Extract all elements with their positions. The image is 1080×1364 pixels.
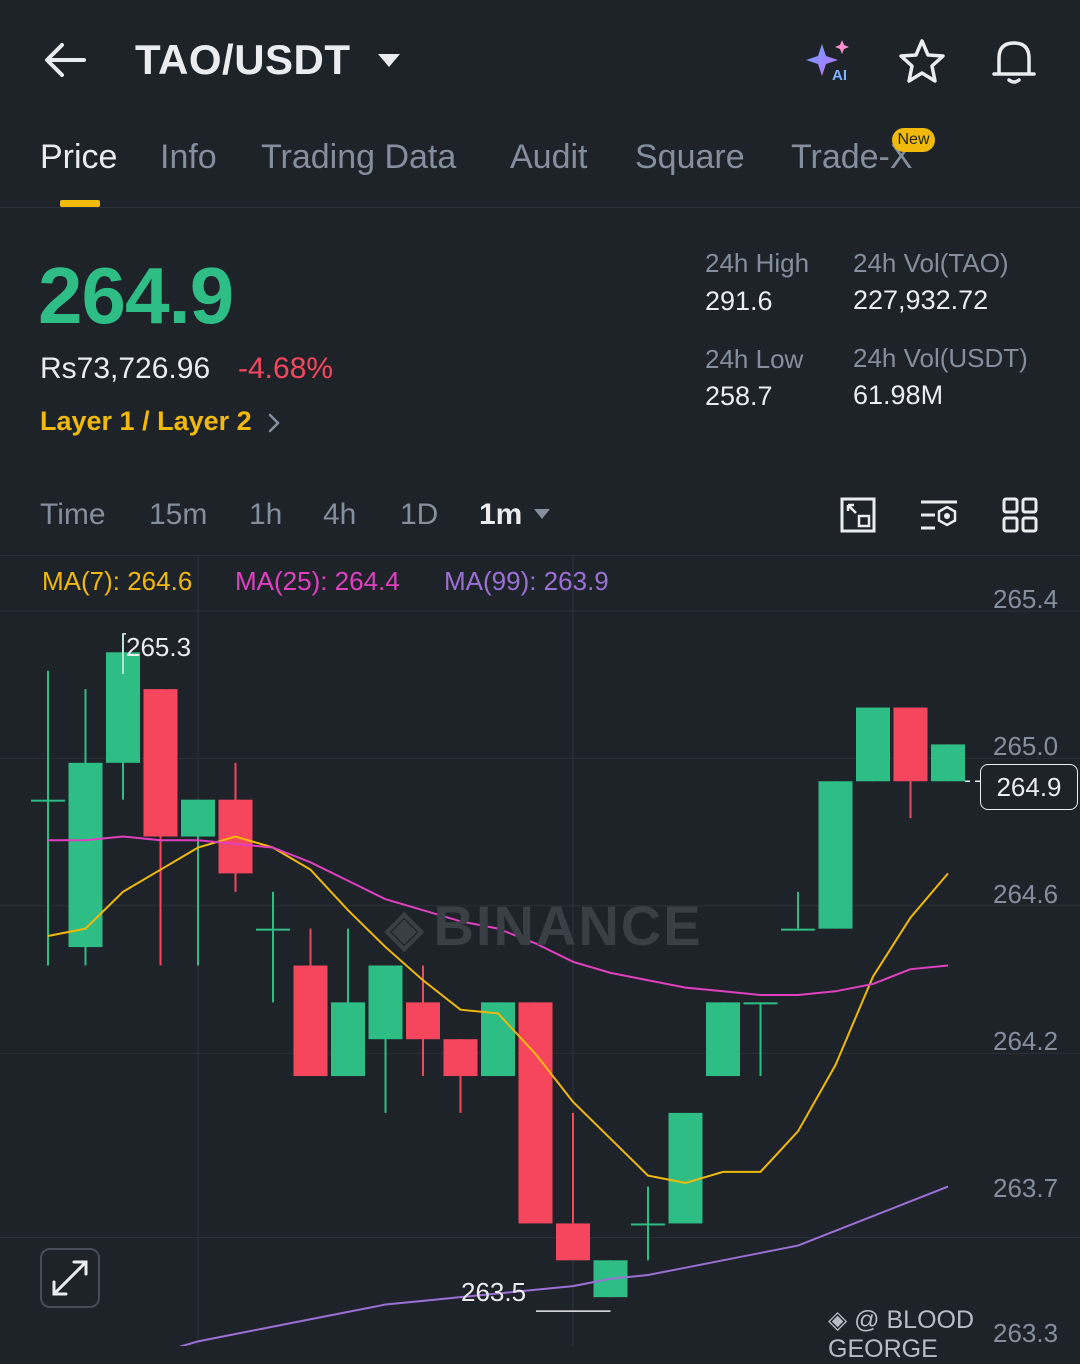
y-tick-label: 264.2 <box>993 1026 1059 1056</box>
candle-body <box>293 965 328 1077</box>
caret-down-icon[interactable] <box>376 52 402 70</box>
binance-logo-icon: ◈ <box>385 900 426 956</box>
ma99-legend: MA(99): 263.9 <box>444 566 609 596</box>
candle-body <box>706 1002 740 1077</box>
candle-body <box>256 928 290 931</box>
candle-body <box>331 1002 365 1077</box>
current-price-tag: 264.9 <box>980 764 1078 810</box>
tab-audit[interactable]: Audit <box>510 138 588 177</box>
candle-body <box>781 928 815 931</box>
grid-layout-icon[interactable] <box>1002 497 1038 533</box>
star-icon[interactable] <box>898 38 946 84</box>
candle-body <box>143 689 178 837</box>
y-tick-label: 264.6 <box>993 879 1059 909</box>
ma25-legend: MA(25): 264.4 <box>235 566 400 596</box>
tab-price[interactable]: Price <box>40 138 117 177</box>
low-marker-label: 263.5 <box>461 1277 527 1307</box>
expand-icon <box>52 1260 88 1296</box>
back-arrow-icon[interactable] <box>42 40 88 80</box>
chevron-right-icon[interactable] <box>266 412 282 434</box>
candle-body <box>743 1002 778 1005</box>
pair-title[interactable]: TAO/USDT <box>135 36 351 84</box>
bell-icon[interactable] <box>990 36 1038 86</box>
ma7-legend: MA(7): 264.6 <box>42 566 193 596</box>
candle-body <box>68 762 103 948</box>
chart-fullscreen-icon[interactable] <box>840 497 876 533</box>
svg-text:AI: AI <box>832 67 847 84</box>
candle-body <box>818 781 853 929</box>
new-badge: New <box>892 128 935 152</box>
vol-base-value: 227,932.72 <box>853 285 989 315</box>
tf-selected-interval[interactable]: 1m <box>479 498 522 532</box>
binance-watermark: ◈ BINANCE <box>385 894 703 957</box>
candle-body <box>406 1002 440 1040</box>
high-label: 24h High <box>705 248 810 278</box>
binance-small-logo-icon: ◈ <box>828 1306 855 1334</box>
y-tick-label: 265.4 <box>993 584 1059 614</box>
low-label: 24h Low <box>705 344 804 374</box>
expand-button[interactable] <box>40 1248 100 1308</box>
fiat-price: Rs73,726.96 <box>40 352 211 385</box>
tf-1d[interactable]: 1D <box>400 498 438 532</box>
tab-info[interactable]: Info <box>160 138 217 177</box>
tf-1h[interactable]: 1h <box>249 498 282 532</box>
tab-trading-data[interactable]: Trading Data <box>261 138 456 177</box>
tab-square[interactable]: Square <box>635 138 745 177</box>
tf-time[interactable]: Time <box>40 498 106 532</box>
candle-body <box>31 799 65 802</box>
y-tick-label: 263.7 <box>993 1173 1059 1203</box>
active-tab-indicator <box>60 200 100 207</box>
y-tick-label: 265.0 <box>993 731 1059 761</box>
candle-body <box>631 1223 665 1226</box>
tf-15m[interactable]: 15m <box>149 498 207 532</box>
candle-body <box>931 744 965 782</box>
candle-body <box>181 799 215 837</box>
candle-body <box>368 965 403 1040</box>
candle-body <box>556 1223 590 1261</box>
ma99-line <box>178 1185 949 1346</box>
vol-quote-label: 24h Vol(USDT) <box>853 343 1028 373</box>
credit-text: ◈ @ BLOOD GEORGE <box>828 1306 975 1363</box>
vol-quote-value: 61.98M <box>853 380 944 410</box>
indicator-settings-icon[interactable] <box>919 497 959 533</box>
low-value: 258.7 <box>705 381 773 411</box>
ai-sparkle-icon[interactable]: AI <box>804 38 854 84</box>
last-price: 264.9 <box>38 251 234 340</box>
candle-body <box>893 707 928 782</box>
high-marker-label: 265.3 <box>126 632 192 662</box>
candle-body <box>668 1112 703 1224</box>
candle-body <box>856 707 890 782</box>
interval-caret-icon[interactable] <box>533 508 551 520</box>
sector-link[interactable]: Layer 1 / Layer 2 <box>40 406 252 437</box>
tf-4h[interactable]: 4h <box>323 498 356 532</box>
change-percent: -4.68% <box>238 352 334 385</box>
tabs-divider <box>0 207 1080 208</box>
vol-base-label: 24h Vol(TAO) <box>853 248 1009 278</box>
candle-body <box>443 1039 478 1077</box>
candle-body <box>518 1002 553 1224</box>
high-value: 291.6 <box>705 286 773 316</box>
